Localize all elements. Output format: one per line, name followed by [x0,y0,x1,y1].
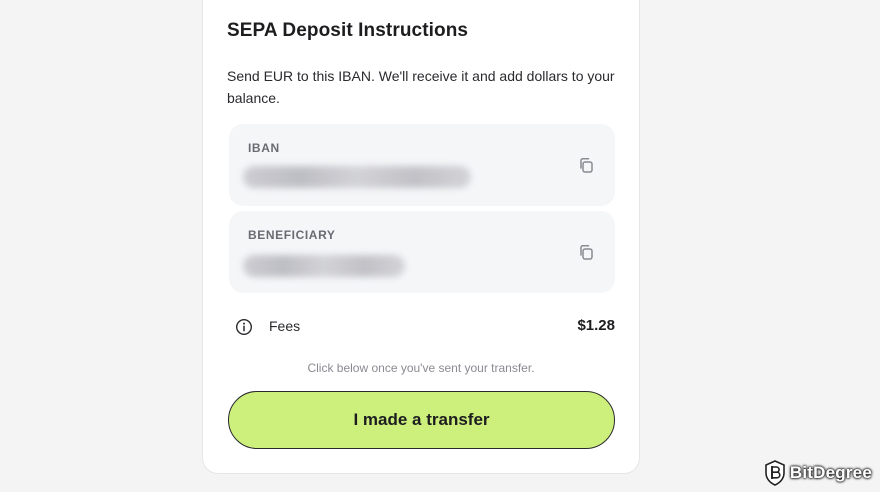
info-icon[interactable] [235,318,253,336]
iban-field: IBAN [229,124,615,206]
iban-value-redacted [243,166,471,188]
fees-row: Fees $1.28 [235,316,615,338]
deposit-description: Send EUR to this IBAN. We'll receive it … [227,68,615,106]
made-transfer-button[interactable]: I made a transfer [228,391,615,449]
beneficiary-label: BENEFICIARY [248,228,336,242]
beneficiary-field: BENEFICIARY [229,211,615,293]
fees-label: Fees [269,318,301,334]
watermark-text: BitDegree [789,463,872,482]
bitdegree-watermark: BitDegree [764,460,872,486]
transfer-hint: Click below once you've sent your transf… [307,361,535,375]
iban-label: IBAN [248,141,280,155]
copy-icon[interactable] [577,243,595,261]
copy-icon[interactable] [577,156,595,174]
fees-value: $1.28 [577,317,615,334]
bitdegree-logo-icon [765,460,785,486]
page-title: SEPA Deposit Instructions [227,20,469,41]
beneficiary-value-redacted [243,255,405,277]
